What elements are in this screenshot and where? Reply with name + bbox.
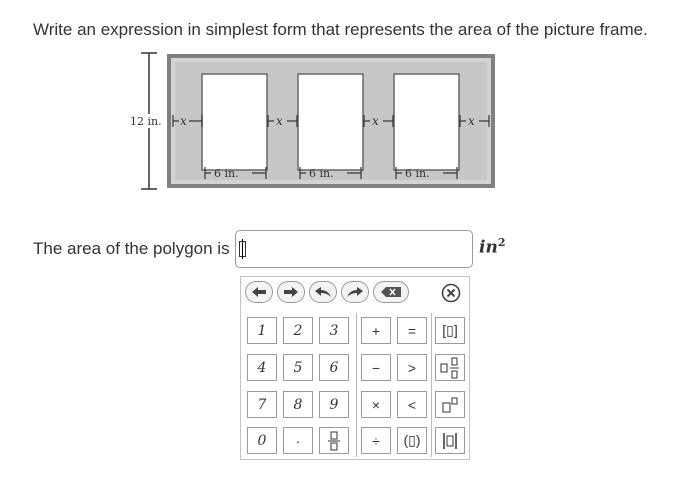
key-1[interactable]: 1 (247, 317, 277, 344)
key-absolute-value[interactable] (435, 427, 465, 454)
x-label-4: x (468, 114, 475, 128)
mixed-fraction-icon (440, 357, 459, 378)
key-8[interactable]: 8 (283, 391, 313, 418)
backspace-icon (381, 287, 401, 297)
right-arrow-icon (284, 287, 298, 297)
key-less-than[interactable]: < (397, 391, 427, 418)
x-label-1: x (180, 114, 187, 128)
picture-frame-figure: 12 in. x x x x 6 in. 6 in. 6 in. (129, 52, 495, 190)
left-arrow-icon (252, 287, 266, 297)
undo-button[interactable] (309, 281, 337, 303)
left-arrow-button[interactable] (245, 281, 273, 303)
key-minus[interactable]: − (361, 354, 391, 381)
fraction-icon (328, 431, 340, 450)
opening-1 (201, 73, 268, 171)
key-superscript[interactable] (435, 391, 465, 418)
math-keypad: 1 2 3 4 5 6 7 8 9 0 · + = − > × < ÷ (▯) … (240, 276, 470, 460)
key-9[interactable]: 9 (319, 391, 349, 418)
key-parentheses[interactable]: (▯) (397, 427, 427, 454)
key-decimal[interactable]: · (283, 427, 313, 454)
key-divide[interactable]: ÷ (361, 427, 391, 454)
prompt-text: The area of the polygon is (33, 239, 230, 258)
opening-2 (297, 73, 364, 171)
key-7[interactable]: 7 (247, 391, 277, 418)
width-label-1: 6 in. (214, 167, 239, 180)
text-cursor (238, 239, 246, 259)
opening-3 (393, 73, 460, 171)
x-label-2: x (276, 114, 283, 128)
width-label-2: 6 in. (309, 167, 334, 180)
key-0[interactable]: 0 (247, 427, 277, 454)
key-6[interactable]: 6 (319, 354, 349, 381)
width-label-3: 6 in. (405, 167, 430, 180)
keypad-divider (356, 313, 357, 457)
key-plus[interactable]: + (361, 317, 391, 344)
height-label: 12 in. (130, 115, 162, 128)
right-arrow-button[interactable] (277, 281, 305, 303)
key-4[interactable]: 4 (247, 354, 277, 381)
answer-input[interactable] (234, 230, 473, 268)
key-greater-than[interactable]: > (397, 354, 427, 381)
key-5[interactable]: 5 (283, 354, 313, 381)
key-times[interactable]: × (361, 391, 391, 418)
x-label-3: x (372, 114, 379, 128)
key-fraction[interactable] (319, 427, 349, 454)
absolute-value-icon (443, 432, 457, 449)
question-text: Write an expression in simplest form tha… (33, 20, 648, 39)
redo-icon (347, 287, 363, 297)
superscript-icon (442, 397, 458, 412)
keypad-divider (431, 313, 432, 457)
key-3[interactable]: 3 (319, 317, 349, 344)
backspace-button[interactable] (373, 281, 409, 303)
unit-label: in2 (479, 236, 506, 258)
close-keypad-button[interactable] (441, 283, 461, 303)
key-brackets[interactable]: [▯] (435, 317, 465, 344)
redo-button[interactable] (341, 281, 369, 303)
key-equals[interactable]: = (397, 317, 427, 344)
close-icon (441, 283, 461, 303)
undo-icon (315, 287, 331, 297)
key-2[interactable]: 2 (283, 317, 313, 344)
key-mixed-fraction[interactable] (435, 354, 465, 381)
